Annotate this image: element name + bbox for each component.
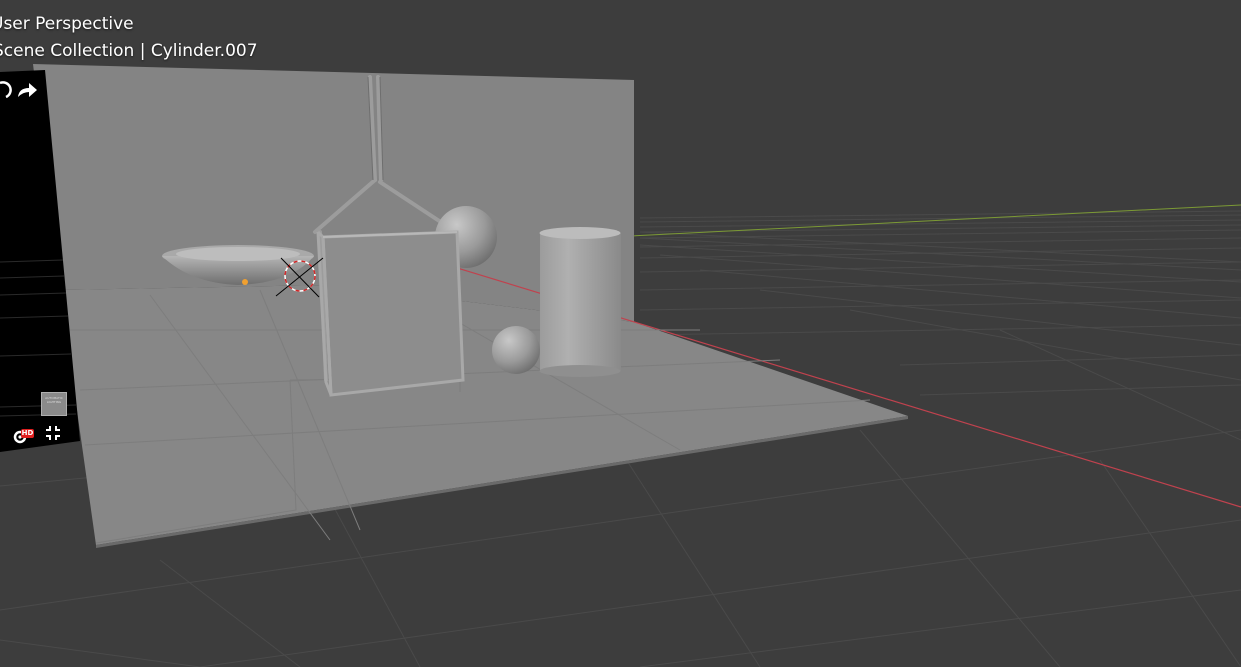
backdrop-floor[interactable] [60, 285, 908, 545]
hd-badge-text: HD [21, 429, 34, 437]
collection-info-label: Scene Collection | Cylinder.007 [0, 41, 258, 61]
sphere-front[interactable] [492, 326, 540, 374]
view-mode-label: User Perspective [0, 14, 134, 34]
object-origin-dot [242, 279, 248, 285]
undo-icon[interactable] [0, 80, 14, 100]
hd-badge: HD [21, 429, 34, 438]
redo-icon[interactable] [15, 80, 39, 100]
video-thumbnail-icon[interactable]: AUTOMATIC LIGHTING [41, 392, 67, 416]
glass-box[interactable] [316, 230, 465, 397]
scene-canvas[interactable] [0, 0, 1241, 667]
cylinder-007[interactable] [539, 227, 622, 377]
video-thumbnail-text: AUTOMATIC LIGHTING [45, 396, 63, 404]
3d-viewport[interactable]: AUTOMATIC LIGHTING HD User Perspective S… [0, 0, 1241, 667]
exit-fullscreen-icon[interactable] [45, 425, 61, 441]
